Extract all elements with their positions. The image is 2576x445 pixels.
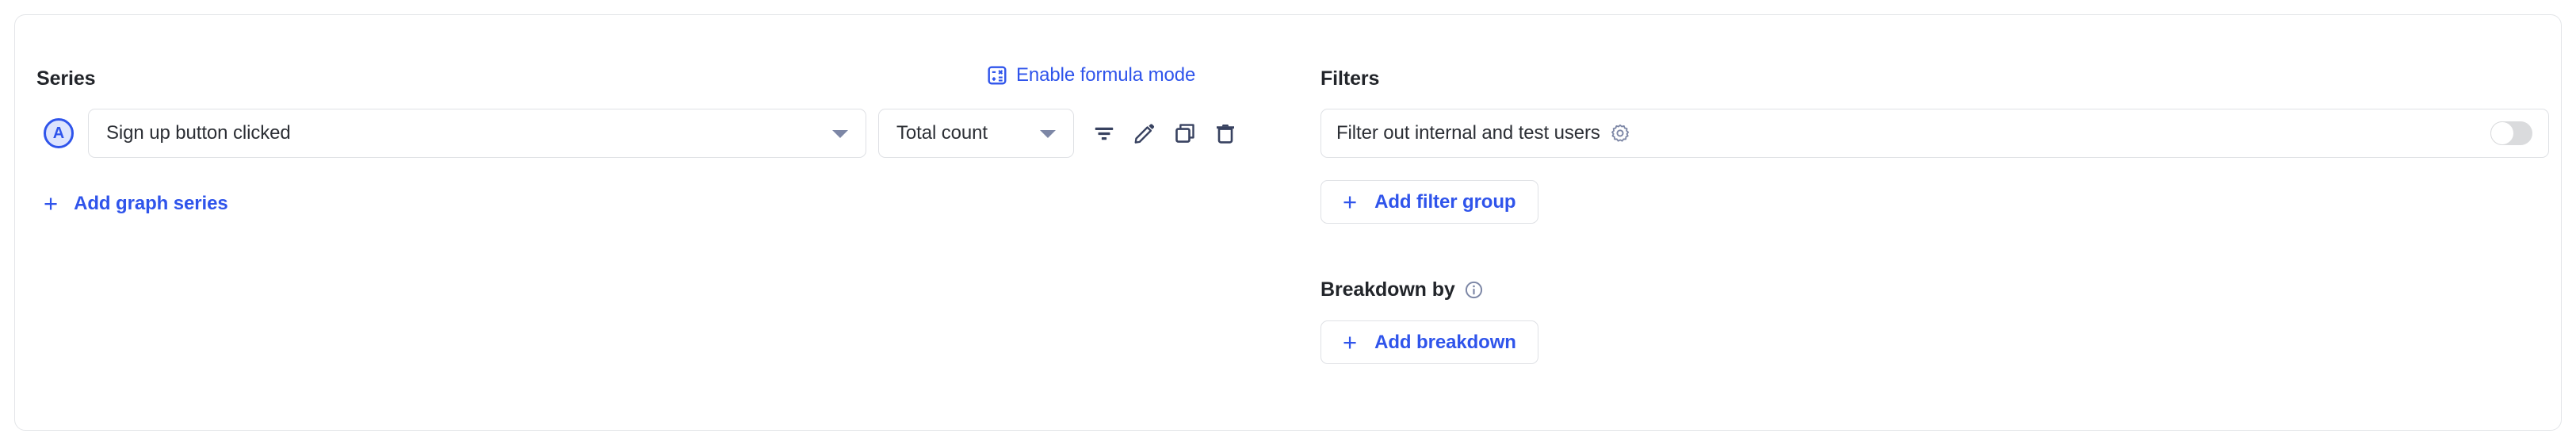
filter-icon[interactable] bbox=[1091, 120, 1118, 147]
add-breakdown-button[interactable]: + Add breakdown bbox=[1320, 320, 1538, 364]
plus-icon: + bbox=[44, 190, 59, 217]
breakdown-section-title: Breakdown by bbox=[1320, 278, 1484, 301]
series-action-buttons bbox=[1091, 120, 1239, 147]
plus-icon: + bbox=[1343, 188, 1358, 216]
enable-formula-mode-link[interactable]: Enable formula mode bbox=[987, 64, 1195, 86]
filter-row-label: Filter out internal and test users bbox=[1336, 122, 1600, 144]
series-column: Series Enable formula mode A Sign up but… bbox=[15, 15, 1307, 430]
event-select-value: Sign up button clicked bbox=[106, 122, 291, 144]
aggregation-select[interactable]: Total count bbox=[878, 109, 1074, 158]
series-letter-badge[interactable]: A bbox=[44, 118, 74, 148]
series-row: A Sign up button clicked Total count bbox=[15, 109, 1239, 158]
add-graph-series-button[interactable]: + Add graph series bbox=[44, 191, 228, 216]
aggregation-select-value: Total count bbox=[896, 122, 988, 144]
breakdown-label: Breakdown by bbox=[1320, 278, 1455, 301]
toggle-knob bbox=[2490, 121, 2514, 145]
add-filter-group-label: Add filter group bbox=[1374, 190, 1516, 213]
insight-query-panel: Series Enable formula mode A Sign up but… bbox=[14, 14, 2562, 431]
add-graph-series-label: Add graph series bbox=[74, 192, 228, 214]
filters-section-title: Filters bbox=[1320, 67, 1380, 90]
filter-enable-toggle[interactable] bbox=[2490, 121, 2532, 145]
edit-pencil-icon[interactable] bbox=[1131, 120, 1158, 147]
add-breakdown-label: Add breakdown bbox=[1374, 331, 1516, 353]
calculator-icon bbox=[987, 65, 1007, 86]
add-filter-group-button[interactable]: + Add filter group bbox=[1320, 180, 1538, 224]
filters-column: Filters Filter out internal and test use… bbox=[1307, 15, 2561, 430]
event-select[interactable]: Sign up button clicked bbox=[88, 109, 866, 158]
gear-icon[interactable] bbox=[1600, 123, 1630, 144]
enable-formula-mode-label: Enable formula mode bbox=[1016, 64, 1196, 86]
plus-icon: + bbox=[1343, 328, 1358, 356]
filter-row-internal-test-users[interactable]: Filter out internal and test users bbox=[1320, 109, 2549, 158]
chevron-down-icon bbox=[1040, 130, 1056, 138]
duplicate-icon[interactable] bbox=[1171, 120, 1198, 147]
series-section-title: Series bbox=[36, 67, 96, 90]
chevron-down-icon bbox=[832, 130, 848, 138]
info-icon[interactable] bbox=[1464, 280, 1484, 300]
delete-trash-icon[interactable] bbox=[1212, 120, 1239, 147]
